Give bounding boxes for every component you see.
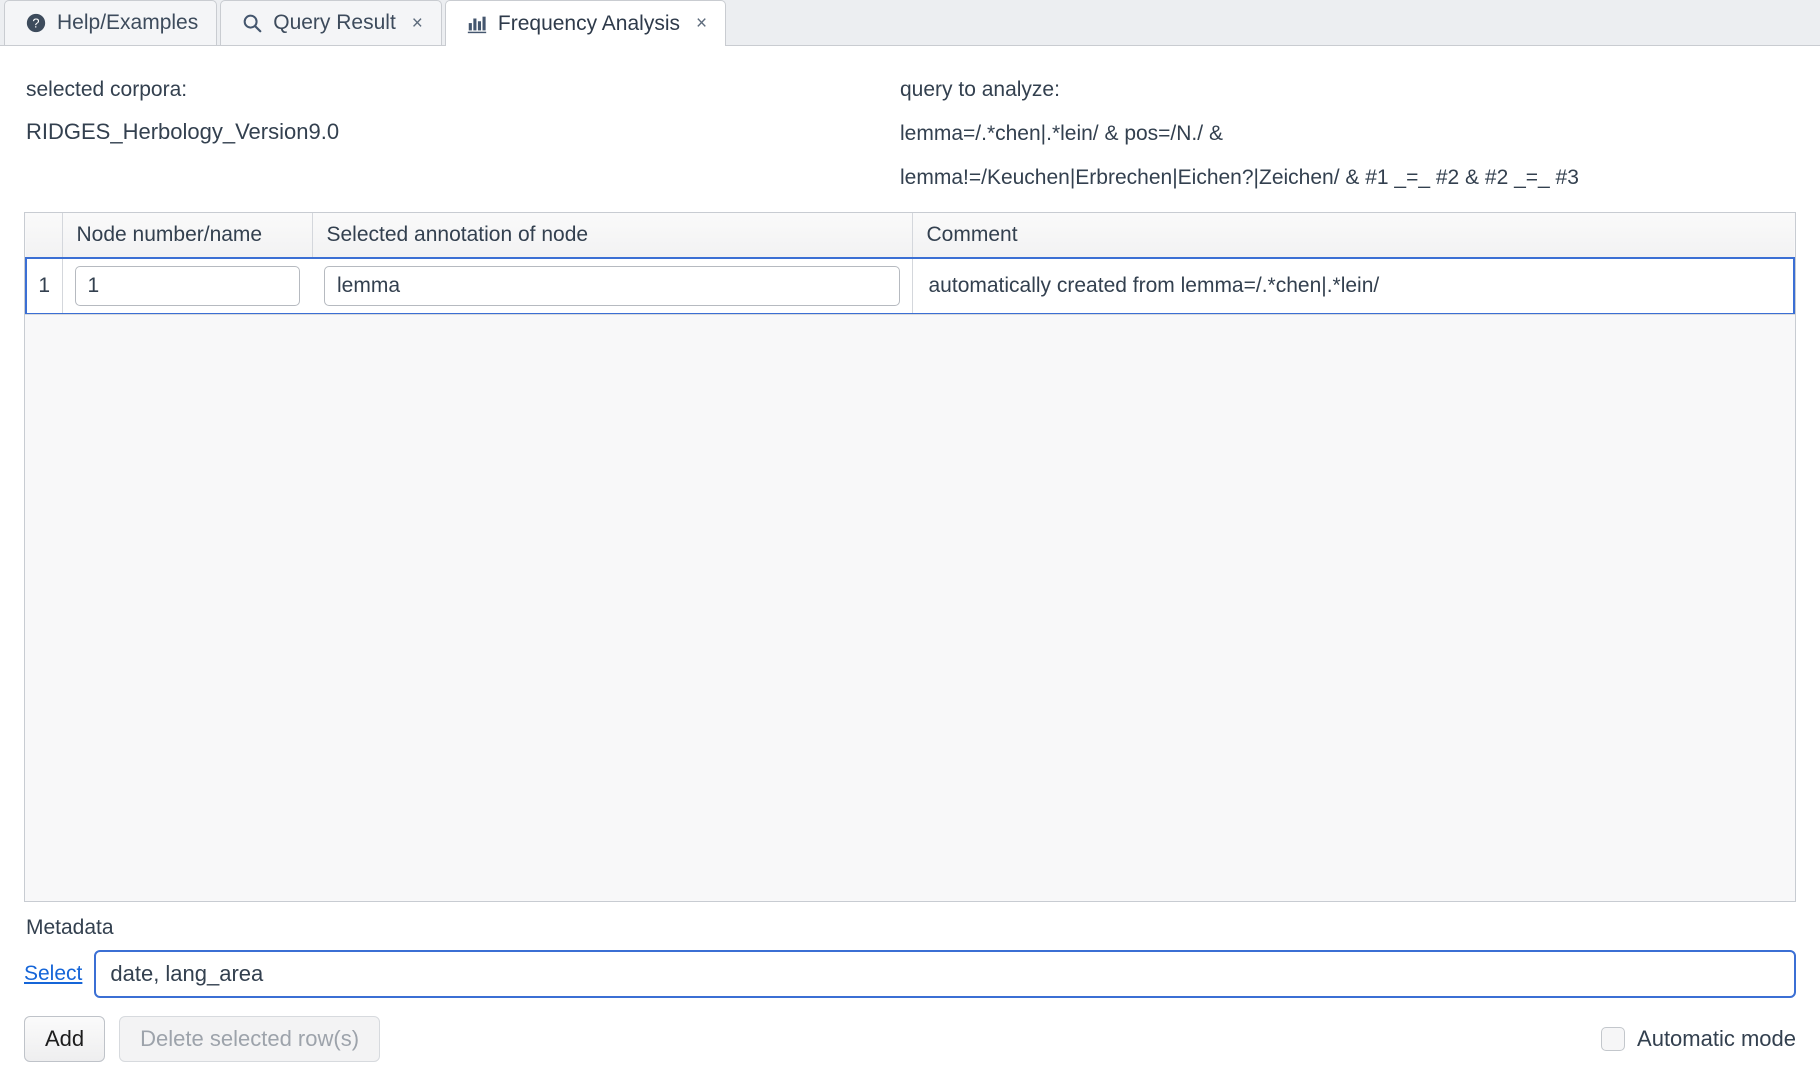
- automatic-mode-toggle[interactable]: Automatic mode: [1601, 1026, 1796, 1052]
- metadata-label: Metadata: [26, 916, 114, 939]
- selected-corpora-block: selected corpora: RIDGES_Herbology_Versi…: [0, 68, 900, 200]
- row-node-cell: [62, 257, 312, 315]
- tab-help-examples[interactable]: ? Help/Examples: [4, 0, 218, 45]
- table-row[interactable]: 1 automatically created from lemma=/.*ch…: [25, 257, 1795, 315]
- annotation-input[interactable]: [324, 266, 900, 306]
- tab-label: Help/Examples: [57, 11, 199, 34]
- column-header-annotation: Selected annotation of node: [312, 213, 913, 259]
- corpus-name: RIDGES_Herbology_Version9.0: [26, 119, 340, 144]
- row-comment: automatically created from lemma=/.*chen…: [911, 257, 1795, 315]
- query-text-line-1: lemma=/.*chen|.*lein/ & pos=/N./ &: [900, 122, 1223, 145]
- frequency-analysis-panel: selected corpora: RIDGES_Herbology_Versi…: [0, 46, 1820, 1062]
- search-icon: [241, 12, 263, 34]
- table-header-row: Node number/name Selected annotation of …: [26, 213, 1794, 259]
- row-index: 1: [25, 257, 63, 315]
- close-icon[interactable]: ×: [412, 14, 423, 33]
- svg-text:?: ?: [32, 16, 39, 31]
- tab-label: Frequency Analysis: [497, 11, 680, 35]
- selected-corpora-label: selected corpora:: [26, 78, 188, 101]
- column-header-node-number: Node number/name: [62, 213, 313, 259]
- tab-frequency-analysis[interactable]: Frequency Analysis ×: [444, 0, 727, 46]
- query-to-analyze-block: query to analyze: lemma=/.*chen|.*lein/ …: [900, 68, 1820, 200]
- query-to-analyze-label: query to analyze:: [900, 78, 1060, 101]
- frequency-definition-table: Node number/name Selected annotation of …: [24, 212, 1796, 902]
- column-header-index: [26, 213, 63, 259]
- add-button[interactable]: Add: [24, 1016, 106, 1062]
- delete-selected-rows-button[interactable]: Delete selected row(s): [119, 1016, 381, 1062]
- tab-label: Query Result: [273, 11, 396, 34]
- bar-chart-icon: [466, 13, 488, 35]
- table-empty-area: [25, 314, 1795, 901]
- tab-bar: ? Help/Examples Query Result × Frequency…: [0, 0, 1820, 46]
- metadata-input[interactable]: [94, 950, 1796, 998]
- row-annotation-cell: [312, 257, 912, 315]
- help-circle-icon: ?: [25, 12, 47, 34]
- metadata-select-link[interactable]: Select: [24, 962, 82, 986]
- footer-bar: Add Delete selected row(s) Automatic mod…: [24, 1016, 1796, 1062]
- node-number-input[interactable]: [74, 266, 300, 306]
- query-text-line-2: lemma!=/Keuchen|Erbrechen|Eichen?|Zeiche…: [900, 166, 1579, 189]
- metadata-select-row: Select: [24, 950, 1796, 998]
- automatic-mode-label: Automatic mode: [1637, 1026, 1796, 1051]
- tab-query-result[interactable]: Query Result ×: [220, 0, 442, 45]
- column-header-comment: Comment: [912, 213, 1794, 259]
- automatic-mode-checkbox[interactable]: [1601, 1027, 1626, 1051]
- close-icon[interactable]: ×: [696, 14, 707, 33]
- info-row: selected corpora: RIDGES_Herbology_Versi…: [0, 46, 1820, 200]
